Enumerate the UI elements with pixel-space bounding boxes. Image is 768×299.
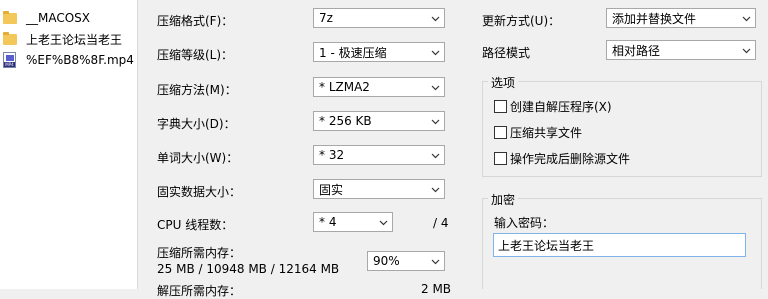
chevron-down-icon	[431, 50, 440, 56]
file-item-macosx[interactable]: __MACOSX	[2, 9, 90, 27]
folder-icon	[2, 10, 18, 26]
word-size-select[interactable]: * 32	[313, 145, 445, 165]
update-mode-value: 添加并替换文件	[612, 11, 697, 26]
mp4-badge: MP4	[4, 62, 15, 67]
options-group-title: 选项	[488, 74, 519, 91]
compress-shared-checkbox[interactable]: 压缩共享文件	[494, 124, 582, 141]
password-input[interactable]: 上老王论坛当老王	[493, 233, 746, 257]
path-mode-value: 相对路径	[612, 43, 661, 58]
cpu-threads-total: / 4	[433, 216, 449, 230]
chevron-down-icon	[431, 85, 440, 91]
update-mode-label: 更新方式(U)：	[482, 14, 561, 28]
cpu-threads-value: * 4	[319, 215, 337, 229]
dictionary-size-value: * 256 KB	[319, 114, 372, 128]
chevron-down-icon	[742, 48, 751, 54]
compression-level-label: 压缩等级(L)：	[157, 48, 234, 62]
path-mode-select[interactable]: 相对路径	[606, 40, 756, 60]
delete-after-label: 操作完成后删除源文件	[510, 152, 631, 166]
update-mode-select[interactable]: 添加并替换文件	[606, 8, 756, 28]
chevron-down-icon	[742, 16, 751, 22]
compression-level-select[interactable]: 1 - 极速压缩	[313, 42, 445, 62]
memory-percent-select[interactable]: 90%	[367, 251, 445, 271]
file-item-folder[interactable]: 上老王论坛当老王	[2, 30, 122, 48]
chevron-down-icon	[379, 220, 388, 226]
chevron-down-icon	[431, 187, 440, 193]
encryption-group-title: 加密	[488, 191, 519, 208]
solid-block-size-label: 固实数据大小：	[157, 185, 242, 199]
archive-format-value: 7z	[319, 11, 333, 25]
memory-compress-label: 压缩所需内存：	[157, 246, 242, 260]
cpu-threads-label: CPU 线程数：	[157, 218, 234, 232]
word-size-value: * 32	[319, 148, 345, 162]
chevron-down-icon	[431, 259, 440, 265]
create-sfx-checkbox[interactable]: 创建自解压程序(X)	[494, 98, 612, 115]
archive-format-label: 压缩格式(F)：	[157, 14, 234, 28]
word-size-label: 单词大小(W)：	[157, 151, 239, 165]
path-mode-label: 路径模式	[482, 46, 531, 60]
chevron-down-icon	[431, 16, 440, 22]
compress-shared-label: 压缩共享文件	[510, 126, 583, 140]
create-sfx-label: 创建自解压程序(X)	[510, 100, 612, 114]
compression-level-value: 1 - 极速压缩	[319, 45, 387, 60]
memory-decompress-label: 解压所需内存：	[157, 284, 242, 298]
password-label: 输入密码：	[494, 216, 555, 230]
delete-after-checkbox[interactable]: 操作完成后删除源文件	[494, 150, 630, 167]
compression-method-label: 压缩方法(M)：	[157, 83, 237, 97]
chevron-down-icon	[431, 119, 440, 125]
file-name: %EF%B8%8F.mp4	[26, 53, 134, 67]
cpu-threads-select[interactable]: * 4	[313, 212, 393, 232]
archive-format-select[interactable]: 7z	[313, 8, 445, 28]
file-item-video[interactable]: MP4 %EF%B8%8F.mp4	[2, 51, 134, 69]
memory-decompress-value: 2 MB	[421, 282, 452, 296]
compression-method-value: * LZMA2	[319, 80, 370, 94]
mp4-file-icon: MP4	[2, 52, 18, 68]
dictionary-size-label: 字典大小(D)：	[157, 117, 236, 131]
password-value: 上老王论坛当老王	[498, 238, 595, 253]
file-name: 上老王论坛当老王	[26, 32, 123, 47]
chevron-down-icon	[431, 153, 440, 159]
folder-icon	[2, 31, 18, 47]
checkbox-box[interactable]	[494, 152, 507, 165]
memory-compress-detail: 25 MB / 10948 MB / 12164 MB	[157, 262, 340, 276]
file-list-pane: __MACOSX 上老王论坛当老王 MP4 %EF%B8%8F.mp4	[0, 0, 138, 289]
dictionary-size-select[interactable]: * 256 KB	[313, 111, 445, 131]
checkbox-box[interactable]	[494, 126, 507, 139]
file-name: __MACOSX	[26, 11, 91, 25]
solid-block-size-value: 固实	[319, 182, 344, 197]
checkbox-box[interactable]	[494, 100, 507, 113]
memory-percent-value: 90%	[373, 254, 400, 268]
solid-block-size-select[interactable]: 固实	[313, 179, 445, 199]
compression-method-select[interactable]: * LZMA2	[313, 77, 445, 97]
